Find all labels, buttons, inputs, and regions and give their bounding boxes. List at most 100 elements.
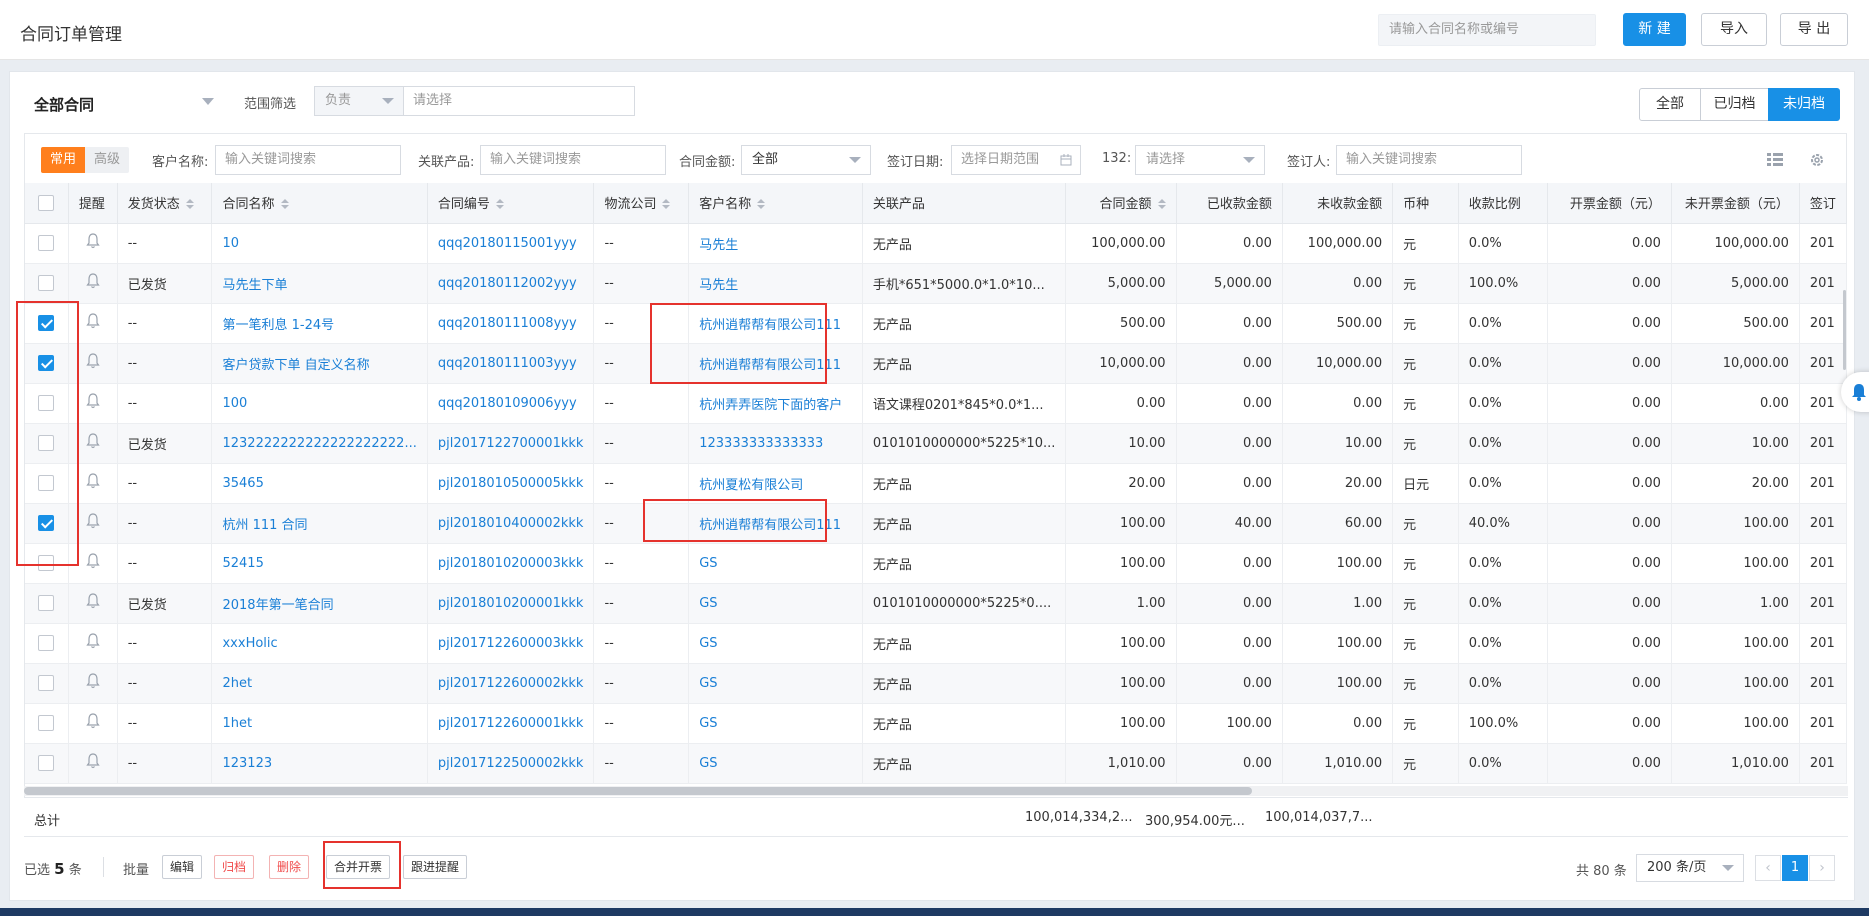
table-row[interactable]: -- 2het pjl2017122600002kkk -- GS 无产品 100.00 0.… (25, 663, 1847, 704)
horizontal-scrollbar[interactable] (24, 786, 1848, 796)
col-customer[interactable]: 客户名称 (688, 183, 863, 224)
bell-icon[interactable] (86, 673, 100, 693)
row-select-cell[interactable] (25, 663, 69, 704)
tab-archived[interactable]: 已归档 (1700, 88, 1769, 121)
row-checkbox[interactable] (38, 435, 55, 451)
table-row[interactable]: -- 10 qqq20180115001yyy -- 马先生 无产品 100,000.00 0… (25, 223, 1847, 264)
contract-code-link[interactable]: qqq20180115001yyy (427, 223, 595, 264)
col-contract-code[interactable]: 合同编号 (427, 183, 595, 224)
column-settings-icon[interactable] (1767, 153, 1783, 167)
prev-page-button[interactable]: ‹ (1755, 855, 1781, 881)
contract-name-link[interactable]: 1232222222222222222222... (211, 423, 428, 464)
customer-link[interactable]: GS (688, 543, 863, 584)
col-amount[interactable]: 合同金额 (1065, 183, 1177, 224)
customer-link[interactable]: 马先生 (688, 263, 863, 304)
sort-icon[interactable] (280, 199, 289, 210)
bell-icon[interactable] (86, 633, 100, 653)
scope-select[interactable]: 负责 (314, 86, 404, 116)
customer-filter-input[interactable]: 输入关键词搜索 (215, 145, 401, 175)
customer-link[interactable]: 马先生 (688, 223, 863, 264)
view-dropdown-icon[interactable] (202, 98, 214, 105)
bell-icon[interactable] (86, 273, 100, 293)
contract-code-link[interactable]: pjl2017122700001kkk (427, 423, 595, 464)
remind-cell[interactable] (68, 743, 118, 784)
row-select-cell[interactable] (25, 703, 69, 744)
row-checkbox[interactable] (38, 475, 55, 491)
bell-icon[interactable] (86, 473, 100, 493)
row-checkbox[interactable] (38, 595, 55, 611)
bell-icon[interactable] (86, 753, 100, 773)
contract-code-link[interactable]: pjl2018010200001kkk (427, 583, 595, 624)
bell-icon[interactable] (86, 233, 100, 253)
col-ship-status[interactable]: 发货状态 (117, 183, 213, 224)
signer-filter-input[interactable]: 输入关键词搜索 (1336, 145, 1522, 175)
customer-link[interactable]: 杭州逍帮帮有限公司111 (688, 303, 863, 344)
filter-advanced-tag[interactable]: 高级 (85, 147, 129, 173)
customer-link[interactable]: 杭州弄弄医院下面的客户 (688, 383, 863, 424)
table-row[interactable]: -- 1het pjl2017122600001kkk -- GS 无产品 100.00 10… (25, 703, 1847, 744)
contract-name-link[interactable]: 1het (211, 703, 428, 744)
contract-name-link[interactable]: 123123 (211, 743, 428, 784)
row-checkbox[interactable] (38, 555, 55, 571)
page-size-select[interactable]: 200 条/页 (1636, 854, 1744, 882)
table-row[interactable]: -- 100 qqq20180109006yyy -- 杭州弄弄医院下面的客户 语文课程0… (25, 383, 1847, 424)
remind-cell[interactable] (68, 383, 118, 424)
contract-name-link[interactable]: 马先生下单 (211, 263, 428, 304)
customer-link[interactable]: 杭州逍帮帮有限公司111 (688, 503, 863, 544)
amount-filter-select[interactable]: 全部 (741, 145, 871, 175)
row-checkbox[interactable] (38, 275, 55, 291)
contract-name-link[interactable]: 2018年第一笔合同 (211, 583, 428, 624)
remind-cell[interactable] (68, 663, 118, 704)
new-button[interactable]: 新 建 (1623, 13, 1686, 46)
customer-link[interactable]: GS (688, 623, 863, 664)
scrollbar-thumb[interactable] (24, 787, 1252, 795)
table-row[interactable]: 已发货 1232222222222222222222... pjl201712270… (25, 423, 1847, 464)
sort-icon[interactable] (185, 199, 194, 210)
contract-code-link[interactable]: qqq20180111008yyy (427, 303, 595, 344)
sort-icon[interactable] (1157, 199, 1166, 210)
contract-name-link[interactable]: 杭州 111 合同 (211, 503, 428, 544)
row-select-cell[interactable] (25, 423, 69, 464)
contract-code-link[interactable]: pjl2018010200003kkk (427, 543, 595, 584)
row-checkbox[interactable] (38, 315, 55, 331)
customer-link[interactable]: 杭州夏松有限公司 (688, 463, 863, 504)
row-checkbox[interactable] (38, 235, 55, 251)
bell-icon[interactable] (86, 553, 100, 573)
select-all-header[interactable] (25, 183, 69, 224)
row-select-cell[interactable] (25, 383, 69, 424)
bell-icon[interactable] (86, 313, 100, 333)
table-row[interactable]: -- 客户贷款下单 自定义名称 qqq20180111003yyy -- 杭州逍帮帮有限… (25, 343, 1847, 384)
row-select-cell[interactable] (25, 623, 69, 664)
table-row[interactable]: -- 杭州 111 合同 pjl2018010400002kkk -- 杭州逍帮帮有限公… (25, 503, 1847, 544)
table-row[interactable]: -- 第一笔利息 1-24号 qqq20180111008yyy -- 杭州逍帮帮有限公… (25, 303, 1847, 344)
gear-icon[interactable] (1809, 152, 1825, 168)
import-button[interactable]: 导入 (1701, 13, 1767, 46)
select-all-checkbox[interactable] (38, 194, 55, 211)
row-select-cell[interactable] (25, 743, 69, 784)
contract-code-link[interactable]: pjl2017122600001kkk (427, 703, 595, 744)
row-checkbox[interactable] (38, 715, 55, 731)
vertical-scrollbar[interactable] (1843, 290, 1846, 370)
contract-name-link[interactable]: 35465 (211, 463, 428, 504)
remind-cell[interactable] (68, 263, 118, 304)
follow-reminder-button[interactable]: 跟进提醒 (403, 855, 468, 879)
remind-cell[interactable] (68, 223, 118, 264)
contract-code-link[interactable]: qqq20180109006yyy (427, 383, 595, 424)
row-checkbox[interactable] (38, 395, 55, 411)
contract-code-link[interactable]: qqq20180112002yyy (427, 263, 595, 304)
customer-link[interactable]: GS (688, 743, 863, 784)
product-filter-input[interactable]: 输入关键词搜索 (480, 145, 666, 175)
contract-code-link[interactable]: pjl2018010400002kkk (427, 503, 595, 544)
remind-cell[interactable] (68, 703, 118, 744)
remind-cell[interactable] (68, 303, 118, 344)
next-page-button[interactable]: › (1809, 855, 1835, 881)
row-select-cell[interactable] (25, 503, 69, 544)
remind-cell[interactable] (68, 543, 118, 584)
customer-link[interactable]: GS (688, 663, 863, 704)
custom-field-select[interactable]: 请选择 (1135, 145, 1265, 175)
merge-invoice-button[interactable]: 合并开票 (326, 855, 391, 879)
remind-cell[interactable] (68, 423, 118, 464)
batch-edit-button[interactable]: 编辑 (162, 855, 203, 879)
row-checkbox[interactable] (38, 675, 55, 691)
bell-icon[interactable] (86, 593, 100, 613)
